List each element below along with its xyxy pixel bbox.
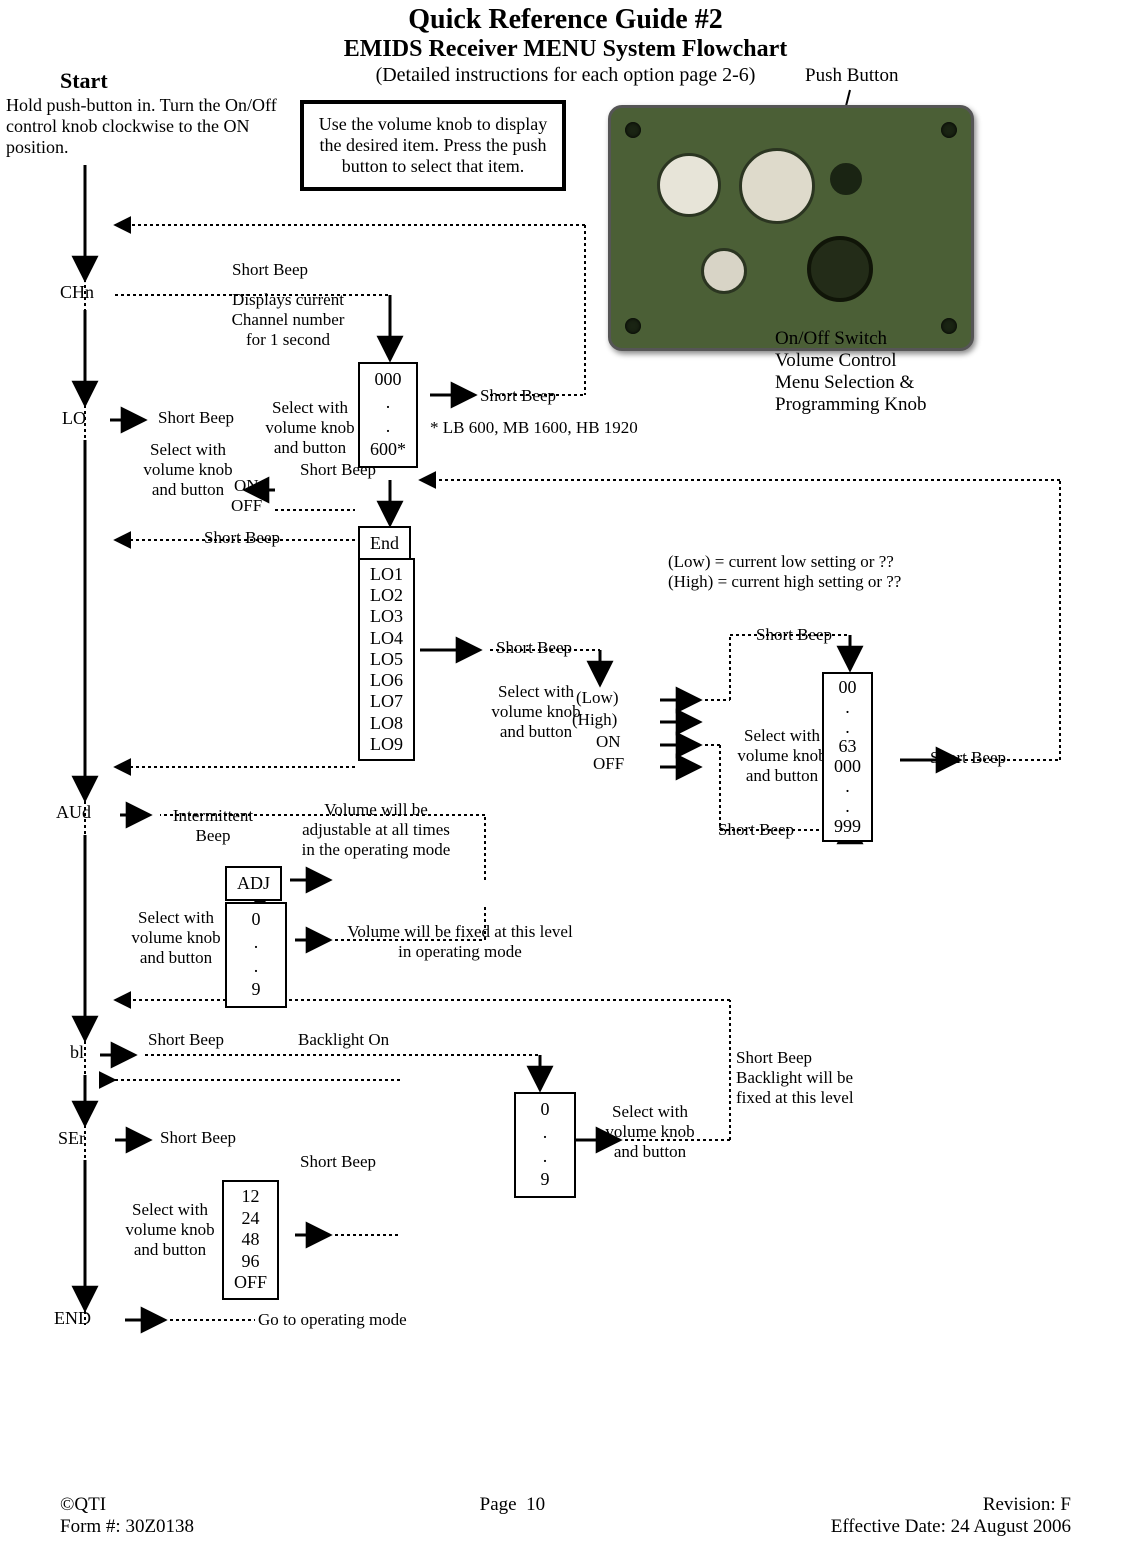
start-text: Hold push-button in. Turn the On/Off con… — [6, 95, 306, 158]
footer-right: Revision: F Effective Date: 24 August 20… — [831, 1494, 1071, 1538]
footer-left: ©QTI Form #: 30Z0138 — [60, 1494, 194, 1538]
on-label: ON — [234, 476, 259, 496]
subtitle: (Detailed instructions for each option p… — [0, 64, 1131, 87]
menu-aud: AUd — [56, 802, 91, 823]
ser-vals-box: 12 24 48 96 OFF — [222, 1180, 279, 1300]
short-beep-lo5: Short Beep — [756, 625, 832, 645]
off-label-2: OFF — [593, 754, 624, 774]
high-label: (High) — [572, 710, 617, 730]
chn-values-box: 000 . . 600* — [358, 362, 418, 468]
disp-channel-note: Displays current Channel number for 1 se… — [208, 290, 368, 350]
volume-knob-icon — [807, 236, 873, 302]
jack-icon — [701, 248, 747, 294]
title-2: EMIDS Receiver MENU System Flowchart — [0, 36, 1131, 63]
short-beep-lo: Short Beep — [158, 408, 234, 428]
on-label-2: ON — [596, 732, 621, 752]
end-box: End — [358, 526, 411, 561]
off-label: OFF — [231, 496, 262, 516]
title-1: Quick Reference Guide #2 — [0, 4, 1131, 36]
menu-ser: SEr — [58, 1128, 85, 1149]
intermittent-beep: Intermittent Beep — [158, 806, 268, 846]
short-beep-lo7: Short Beep — [718, 820, 794, 840]
bl-vals-box: 0 . . 9 — [514, 1092, 576, 1198]
backlight-fixed: Short Beep Backlight will be fixed at th… — [736, 1048, 854, 1108]
short-beep-lo3: Short Beep — [204, 528, 280, 548]
push-button-label: Push Button — [805, 65, 898, 87]
aud-vals-box: 0 . . 9 — [225, 902, 287, 1008]
short-beep-ser: Short Beep — [160, 1128, 236, 1148]
push-button-icon — [827, 160, 865, 198]
select-note-lo2: Select with volume knob and button — [486, 682, 586, 742]
amp-knob-icon — [657, 153, 721, 217]
select-note-aud: Select with volume knob and button — [126, 908, 226, 968]
short-beep-chn: Short Beep — [232, 260, 308, 280]
short-beep-chn2: Short Beep — [480, 386, 556, 406]
lo-list-box: LO1 LO2 LO3 LO4 LO5 LO6 LO7 LO8 LO9 — [358, 558, 415, 761]
menu-lo: LO — [62, 408, 86, 429]
start-label: Start — [60, 68, 108, 94]
instruction-box: Use the volume knob to display the desir… — [300, 100, 566, 191]
short-beep-bl: Short Beep — [148, 1030, 224, 1050]
short-beep-lo2: Short Beep — [300, 460, 376, 480]
select-note-lo3: Select with volume knob and button — [732, 726, 832, 786]
menu-end: END — [54, 1308, 91, 1329]
backlight-on: Backlight On — [298, 1030, 389, 1050]
menu-bl: bl — [70, 1042, 84, 1063]
vol-adj-note: Volume will be adjustable at all times i… — [286, 800, 466, 860]
goto-op: Go to operating mode — [258, 1310, 407, 1330]
select-note-ser: Select with volume knob and button — [120, 1200, 220, 1260]
short-beep-ser2: Short Beep — [300, 1152, 376, 1172]
footer: ©QTI Form #: 30Z0138 Page 10 Revision: F… — [60, 1494, 1071, 1538]
aud-adj-box: ADJ — [225, 866, 282, 901]
device-image — [608, 105, 974, 351]
short-beep-lo6: Short Beep — [930, 748, 1006, 768]
knob-label: On/Off Switch Volume Control Menu Select… — [775, 328, 926, 416]
low-label: (Low) — [576, 688, 618, 708]
display-window-icon — [739, 148, 815, 224]
lo-range-box: 00 . . 63 000 . . 999 — [822, 672, 873, 842]
short-beep-lo4: Short Beep — [496, 638, 572, 658]
lb-note: * LB 600, MB 1600, HB 1920 — [430, 418, 638, 438]
select-note-lo: Select with volume knob and button — [138, 440, 238, 500]
footer-center: Page 10 — [480, 1494, 545, 1538]
vol-fixed-note: Volume will be fixed at this level in op… — [335, 922, 585, 962]
menu-chn: CHn — [60, 282, 94, 303]
select-note-chn: Select with volume knob and button — [260, 398, 360, 458]
low-high-note: (Low) = current low setting or ?? (High)… — [668, 552, 901, 592]
select-note-bl: Select with volume knob and button — [600, 1102, 700, 1162]
